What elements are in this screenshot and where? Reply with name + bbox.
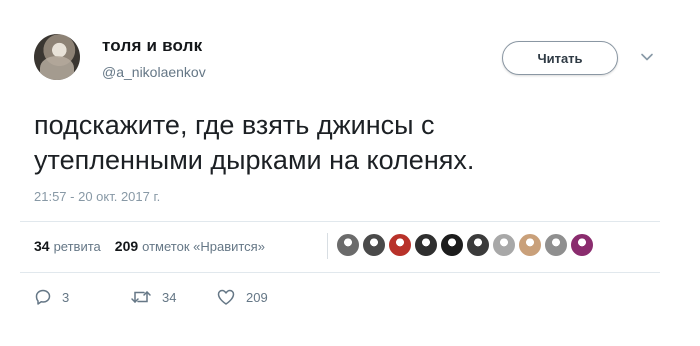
avatar-figure — [40, 56, 74, 80]
follow-button[interactable]: Читать — [502, 41, 618, 75]
divider — [20, 272, 660, 273]
author-display-name[interactable]: толя и волк — [102, 36, 202, 56]
retweets-label[interactable]: ретвита — [54, 239, 101, 254]
retweet-count: 34 — [162, 289, 177, 305]
divider — [20, 221, 660, 222]
tweet-stats: 34 ретвита 209 отметок «Нравится» — [34, 238, 265, 254]
likes-label[interactable]: отметок «Нравится» — [142, 239, 265, 254]
likers-avatars — [327, 233, 596, 259]
like-count: 209 — [246, 289, 268, 305]
liker-avatar[interactable] — [492, 233, 516, 257]
tweet-text: подскажите, где взять джинсы с утепленны… — [34, 110, 475, 175]
liker-avatar[interactable] — [362, 233, 386, 257]
retweets-count[interactable]: 34 — [34, 238, 50, 254]
retweet-icon — [131, 291, 151, 303]
liker-avatar[interactable] — [414, 233, 438, 257]
liker-avatar[interactable] — [388, 233, 412, 257]
reply-icon — [35, 289, 51, 305]
reply-count: 3 — [62, 289, 70, 305]
tweet-card: толя и волк @a_nikolaenkov Читать подска… — [0, 0, 700, 346]
likes-count[interactable]: 209 — [115, 238, 138, 254]
retweet-action[interactable]: 34 — [130, 288, 176, 306]
liker-avatar[interactable] — [518, 233, 542, 257]
liker-avatar[interactable] — [336, 233, 360, 257]
heart-icon — [217, 289, 235, 305]
liker-avatar[interactable] — [544, 233, 568, 257]
reply-action[interactable]: 3 — [34, 288, 69, 306]
liker-avatar[interactable] — [570, 233, 594, 257]
liker-avatar[interactable] — [440, 233, 464, 257]
author-handle[interactable]: @a_nikolaenkov — [102, 64, 206, 80]
liker-avatar[interactable] — [466, 233, 490, 257]
tweet-timestamp[interactable]: 21:57 - 20 окт. 2017 г. — [34, 189, 160, 204]
chevron-down-icon[interactable] — [640, 50, 654, 64]
like-action[interactable]: 209 — [216, 288, 268, 306]
author-avatar[interactable] — [34, 34, 80, 80]
